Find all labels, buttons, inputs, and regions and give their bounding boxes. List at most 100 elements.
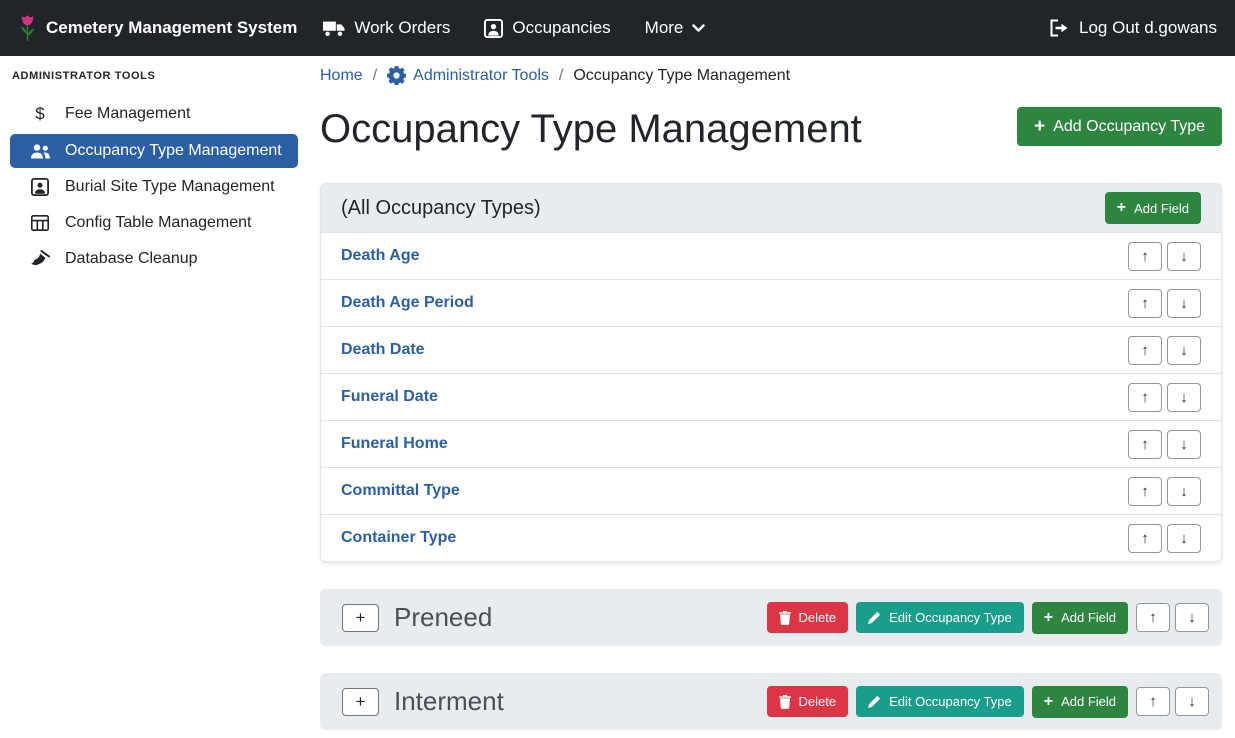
- nav-links: Work Orders Occupancies More: [323, 18, 705, 38]
- plus-icon: +: [1117, 200, 1126, 216]
- tulip-logo-icon: [18, 14, 37, 43]
- breadcrumb-current: Occupancy Type Management: [573, 67, 790, 85]
- section-title: Interment: [394, 686, 504, 717]
- add-field-button[interactable]: + Add Field: [1032, 686, 1128, 718]
- gear-icon: [387, 66, 406, 85]
- nav-item-more[interactable]: More: [645, 18, 706, 38]
- top-navbar: Cemetery Management System Work Orders: [0, 0, 1235, 56]
- chevron-down-icon: [692, 24, 705, 33]
- add-field-button[interactable]: + Add Field: [1105, 192, 1201, 224]
- pencil-icon: [868, 695, 881, 708]
- sidebar-item-database-cleanup[interactable]: Database Cleanup: [10, 242, 298, 276]
- reorder-controls: ↑ ↓: [1128, 524, 1201, 553]
- plus-icon: +: [1044, 694, 1053, 710]
- portrait-frame-icon: [28, 178, 52, 196]
- move-down-button[interactable]: ↓: [1167, 336, 1201, 365]
- edit-occupancy-type-button[interactable]: Edit Occupancy Type: [856, 602, 1024, 633]
- plus-icon: +: [1034, 117, 1045, 136]
- field-link-death-age[interactable]: Death Age: [341, 247, 420, 265]
- delete-button[interactable]: Delete: [767, 602, 849, 633]
- section-interment: + Interment Delete: [320, 673, 1222, 730]
- reorder-controls: ↑ ↓: [1128, 242, 1201, 271]
- reorder-controls: ↑ ↓: [1128, 289, 1201, 318]
- truck-icon: [323, 19, 345, 37]
- move-down-button[interactable]: ↓: [1167, 524, 1201, 553]
- table-icon: [28, 215, 52, 231]
- field-row: Funeral Date ↑ ↓: [321, 373, 1221, 420]
- reorder-controls: ↑ ↓: [1136, 603, 1209, 632]
- brand-link[interactable]: Cemetery Management System: [18, 14, 297, 43]
- title-row: Occupancy Type Management + Add Occupanc…: [320, 103, 1222, 155]
- move-up-button[interactable]: ↑: [1128, 242, 1162, 271]
- dollar-icon: $: [28, 104, 52, 124]
- move-down-button[interactable]: ↓: [1167, 383, 1201, 412]
- nav-item-occupancies[interactable]: Occupancies: [484, 18, 610, 38]
- move-up-button[interactable]: ↑: [1128, 477, 1162, 506]
- move-down-button[interactable]: ↓: [1167, 242, 1201, 271]
- sidebar-item-label: Database Cleanup: [65, 250, 198, 268]
- sidebar: ADMINISTRATOR TOOLS $ Fee Management Occ…: [0, 56, 310, 738]
- move-up-button[interactable]: ↑: [1136, 603, 1170, 632]
- field-link-container-type[interactable]: Container Type: [341, 529, 456, 547]
- move-up-button[interactable]: ↑: [1128, 524, 1162, 553]
- move-down-button[interactable]: ↓: [1175, 603, 1209, 632]
- field-link-death-date[interactable]: Death Date: [341, 341, 425, 359]
- sidebar-item-label: Burial Site Type Management: [65, 178, 275, 196]
- field-row: Funeral Home ↑ ↓: [321, 420, 1221, 467]
- add-field-button[interactable]: + Add Field: [1032, 602, 1128, 634]
- page-title: Occupancy Type Management: [320, 103, 862, 155]
- logout-label: Log Out d.gowans: [1079, 18, 1217, 38]
- sidebar-item-label: Occupancy Type Management: [65, 142, 282, 160]
- add-occupancy-type-button[interactable]: + Add Occupancy Type: [1017, 107, 1222, 146]
- breadcrumb-separator: /: [559, 67, 563, 85]
- logout-link[interactable]: Log Out d.gowans: [1049, 18, 1217, 38]
- nav-item-label: Work Orders: [354, 18, 450, 38]
- sidebar-heading: ADMINISTRATOR TOOLS: [0, 66, 310, 94]
- move-up-button[interactable]: ↑: [1128, 289, 1162, 318]
- trash-icon: [779, 611, 791, 625]
- trash-icon: [779, 695, 791, 709]
- field-link-funeral-date[interactable]: Funeral Date: [341, 388, 438, 406]
- move-down-button[interactable]: ↓: [1167, 477, 1201, 506]
- breadcrumb-admin-tools-link[interactable]: Administrator Tools: [387, 66, 549, 85]
- plus-icon: +: [1044, 610, 1053, 626]
- expand-section-button[interactable]: +: [342, 688, 379, 716]
- section-actions: Delete Edit Occupancy Type + Add Field: [767, 686, 1209, 718]
- expand-section-button[interactable]: +: [342, 604, 379, 632]
- users-icon: [28, 143, 52, 159]
- field-link-committal-type[interactable]: Committal Type: [341, 482, 460, 500]
- move-up-button[interactable]: ↑: [1128, 336, 1162, 365]
- main-content: Home / Administrator Tools / Occupancy T…: [310, 56, 1235, 738]
- sidebar-item-occupancy-type-management[interactable]: Occupancy Type Management: [10, 134, 298, 168]
- pencil-icon: [868, 611, 881, 624]
- reorder-controls: ↑ ↓: [1128, 430, 1201, 459]
- all-occupancy-types-card: (All Occupancy Types) + Add Field Death …: [320, 183, 1222, 562]
- nav-item-label: More: [645, 18, 684, 38]
- move-up-button[interactable]: ↑: [1128, 430, 1162, 459]
- field-link-funeral-home[interactable]: Funeral Home: [341, 435, 448, 453]
- breadcrumb: Home / Administrator Tools / Occupancy T…: [320, 64, 1222, 85]
- sidebar-item-label: Config Table Management: [65, 214, 252, 232]
- move-down-button[interactable]: ↓: [1167, 430, 1201, 459]
- edit-occupancy-type-button[interactable]: Edit Occupancy Type: [856, 686, 1024, 717]
- delete-button[interactable]: Delete: [767, 686, 849, 717]
- sidebar-item-config-table-management[interactable]: Config Table Management: [10, 206, 298, 240]
- nav-item-label: Occupancies: [512, 18, 610, 38]
- section-preneed: + Preneed Delete: [320, 589, 1222, 646]
- sidebar-item-burial-site-type-management[interactable]: Burial Site Type Management: [10, 170, 298, 204]
- all-types-card-title: (All Occupancy Types): [341, 197, 541, 220]
- field-link-death-age-period[interactable]: Death Age Period: [341, 294, 474, 312]
- move-up-button[interactable]: ↑: [1136, 687, 1170, 716]
- nav-item-work-orders[interactable]: Work Orders: [323, 18, 450, 38]
- move-down-button[interactable]: ↓: [1167, 289, 1201, 318]
- move-down-button[interactable]: ↓: [1175, 687, 1209, 716]
- section-title: Preneed: [394, 602, 492, 633]
- breadcrumb-home-link[interactable]: Home: [320, 67, 363, 85]
- move-up-button[interactable]: ↑: [1128, 383, 1162, 412]
- section-actions: Delete Edit Occupancy Type + Add Field: [767, 602, 1209, 634]
- sidebar-item-fee-management[interactable]: $ Fee Management: [10, 96, 298, 132]
- reorder-controls: ↑ ↓: [1128, 383, 1201, 412]
- reorder-controls: ↑ ↓: [1128, 477, 1201, 506]
- field-row: Death Age ↑ ↓: [321, 232, 1221, 279]
- all-types-card-header: (All Occupancy Types) + Add Field: [321, 184, 1221, 232]
